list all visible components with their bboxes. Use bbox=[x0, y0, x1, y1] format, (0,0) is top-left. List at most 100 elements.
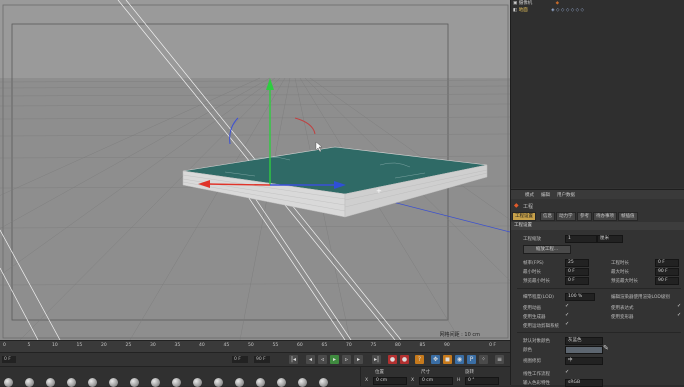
tab-frame-interp[interactable]: 帧插值 bbox=[618, 212, 638, 221]
material-preview-icon[interactable] bbox=[88, 378, 97, 387]
tab-user-data[interactable]: 用户数据 bbox=[557, 192, 575, 198]
timeline-menu-icon[interactable]: ≡ bbox=[495, 355, 504, 364]
project-icon: ◆ bbox=[514, 202, 519, 209]
size-x-field[interactable]: 0 cm bbox=[419, 377, 453, 385]
timeline-tick-label: 75 bbox=[370, 343, 377, 348]
material-preview-icon[interactable] bbox=[277, 378, 286, 387]
timeline-tick-label: 50 bbox=[248, 343, 254, 348]
material-preview-icon[interactable] bbox=[25, 378, 34, 387]
use-animation-checkbox[interactable]: ✓ bbox=[565, 304, 570, 309]
color-label: 颜色 bbox=[523, 348, 532, 353]
tab-mode[interactable]: 模式 bbox=[525, 192, 534, 198]
prev-frame-button[interactable]: ◃ bbox=[318, 355, 327, 364]
view-clip-select[interactable]: 中 bbox=[565, 357, 603, 365]
use-generators-checkbox[interactable]: ✓ bbox=[565, 313, 570, 318]
param-key-button[interactable]: P bbox=[467, 355, 476, 364]
material-preview-icon[interactable] bbox=[67, 378, 76, 387]
object-manager[interactable]: ▣ 摄像机 ◆ ◧ 地面 ◈ ◇ ◇ ◇ ◇ ◇ ◇ bbox=[511, 0, 684, 188]
preview-min-field[interactable]: 0 F bbox=[565, 277, 589, 285]
object-row-floor[interactable]: ◧ 地面 ◈ ◇ ◇ ◇ ◇ ◇ ◇ bbox=[513, 7, 584, 13]
position-header: 位置 bbox=[375, 370, 384, 375]
lod-field[interactable]: 100 % bbox=[565, 293, 595, 301]
tab-edit[interactable]: 编辑 bbox=[541, 192, 550, 198]
tab-info[interactable]: 信息 bbox=[540, 212, 555, 221]
lod-label: 细节程度(LOD) bbox=[523, 295, 554, 300]
rotate-key-button[interactable]: ◼ bbox=[443, 355, 452, 364]
divider bbox=[517, 332, 681, 333]
move-key-button[interactable]: ✥ bbox=[431, 355, 440, 364]
input-color-select[interactable]: sRGB bbox=[565, 379, 603, 387]
current-frame-field[interactable]: 0 F bbox=[2, 356, 16, 363]
min-time-label: 最小时长 bbox=[523, 270, 541, 275]
material-preview-icon[interactable] bbox=[256, 378, 265, 387]
material-preview-icon[interactable] bbox=[235, 378, 244, 387]
object-row-camera[interactable]: ▣ 摄像机 ◆ bbox=[513, 0, 559, 6]
timeline-tick-label: 40 bbox=[199, 343, 205, 348]
material-preview-icon[interactable] bbox=[214, 378, 223, 387]
first-frame-button[interactable]: |◂ bbox=[289, 355, 298, 364]
material-preview-icon[interactable] bbox=[319, 378, 328, 387]
material-preview-icon[interactable] bbox=[130, 378, 139, 387]
use-deformers-checkbox[interactable]: ✓ bbox=[677, 313, 682, 318]
material-preview-icon[interactable] bbox=[298, 378, 307, 387]
record-button[interactable]: ● bbox=[388, 355, 397, 364]
end-frame-field[interactable]: 90 F bbox=[254, 356, 270, 363]
tab-dynamics[interactable]: 动力学 bbox=[556, 212, 576, 221]
viewport-scene: + bbox=[0, 0, 510, 340]
size-header: 尺寸 bbox=[421, 370, 430, 375]
timeline-tick-label: 55 bbox=[272, 343, 279, 348]
max-time-field[interactable]: 90 F bbox=[655, 268, 679, 276]
material-preview-icon[interactable] bbox=[172, 378, 181, 387]
prev-key-button[interactable]: ◂ bbox=[306, 355, 315, 364]
use-expressions-checkbox[interactable]: ✓ bbox=[677, 304, 682, 309]
use-animation-label: 使用动画 bbox=[523, 306, 541, 311]
tab-project-settings[interactable]: 工程设置 bbox=[512, 212, 536, 221]
timeline-tick-label: 85 bbox=[419, 343, 426, 348]
last-frame-button[interactable]: ▸| bbox=[372, 355, 381, 364]
use-expressions-label: 使用表达式 bbox=[611, 306, 634, 311]
play-button[interactable]: ▸ bbox=[330, 355, 339, 364]
keyframe-button[interactable]: ? bbox=[415, 355, 424, 364]
scale-project-button[interactable]: 缩放工程... bbox=[523, 245, 571, 254]
project-scale-unit-select[interactable]: 厘米 bbox=[597, 235, 623, 243]
rot-h-label: H bbox=[457, 378, 461, 383]
scale-key-button[interactable]: ◉ bbox=[455, 355, 464, 364]
use-deformers-label: 使用变形器 bbox=[611, 315, 634, 320]
material-preview-icon[interactable] bbox=[4, 378, 13, 387]
tab-reference[interactable]: 参考 bbox=[577, 212, 592, 221]
next-key-button[interactable]: ▸ bbox=[354, 355, 363, 364]
material-manager bbox=[0, 366, 360, 387]
use-motion-system-checkbox[interactable]: ✓ bbox=[565, 322, 570, 327]
fps-field[interactable]: 25 bbox=[565, 259, 589, 267]
transport-bar: 0 F 0 F 90 F |◂ ◂ ◃ ▸ ▹ ▸ ▸| ● ● ? ✥ ◼ ◉… bbox=[0, 352, 510, 367]
tab-todo[interactable]: 待办事项 bbox=[593, 212, 617, 221]
timeline-tick-label: 15 bbox=[76, 343, 83, 348]
preview-max-field[interactable]: 90 F bbox=[655, 277, 679, 285]
3d-viewport[interactable]: + 网格间距 : 10 cm bbox=[0, 0, 510, 340]
color-swatch[interactable] bbox=[565, 346, 603, 354]
linear-workflow-checkbox[interactable]: ✓ bbox=[565, 370, 570, 375]
project-scale-field[interactable]: 1 bbox=[565, 235, 597, 243]
autokey-button[interactable]: ● bbox=[400, 355, 409, 364]
floor-icon: ◧ bbox=[513, 8, 518, 13]
attribute-title: ◆ 工程 bbox=[511, 200, 684, 210]
start-frame-field[interactable]: 0 F bbox=[232, 356, 248, 363]
pla-key-button[interactable]: ⁘ bbox=[479, 355, 488, 364]
material-preview-icon[interactable] bbox=[109, 378, 118, 387]
project-time-field[interactable]: 0 F bbox=[655, 259, 679, 267]
tag-icon[interactable]: ◆ bbox=[556, 1, 559, 6]
pos-x-field[interactable]: 0 cm bbox=[373, 377, 407, 385]
fps-label: 帧率(FPS) bbox=[523, 261, 544, 266]
rot-h-field[interactable]: 0 ° bbox=[465, 377, 499, 385]
timeline-tick-label: 65 bbox=[321, 343, 328, 348]
pos-x-label: X bbox=[365, 378, 369, 383]
default-color-select[interactable]: 灰蓝色 bbox=[565, 337, 603, 345]
min-time-field[interactable]: 0 F bbox=[565, 268, 589, 276]
material-preview-icon[interactable] bbox=[193, 378, 202, 387]
material-tags-icon[interactable]: ◈ ◇ ◇ ◇ ◇ ◇ ◇ bbox=[551, 8, 584, 13]
next-frame-button[interactable]: ▹ bbox=[342, 355, 351, 364]
color-picker-icon[interactable]: ✎ bbox=[603, 344, 609, 352]
object-label: 摄像机 bbox=[518, 1, 533, 6]
material-preview-icon[interactable] bbox=[46, 378, 55, 387]
material-preview-icon[interactable] bbox=[151, 378, 160, 387]
